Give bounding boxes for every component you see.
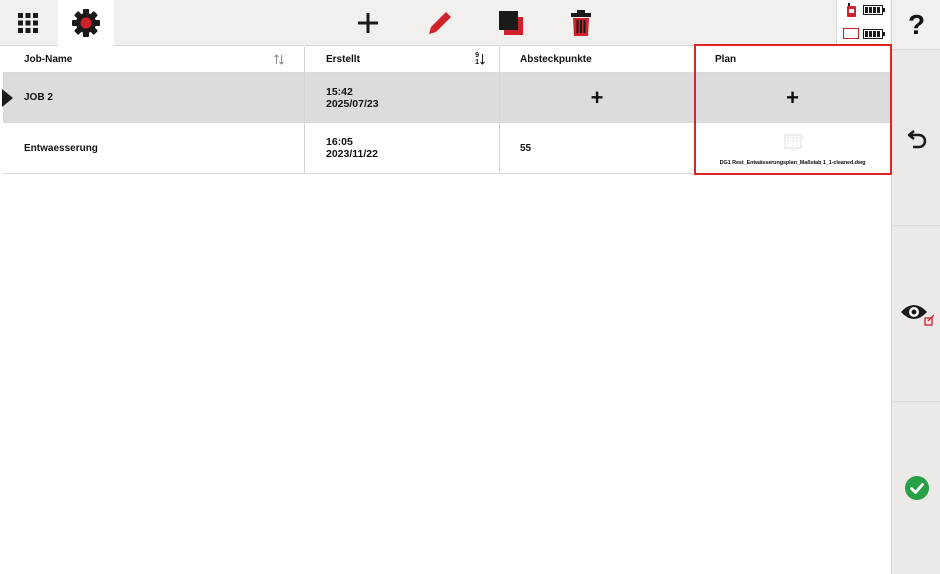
plus-icon [358,13,378,33]
sort-arrow-icon [480,54,485,65]
cell-created: 15:42 2025/07/23 [305,73,500,122]
edit-job-button[interactable] [417,0,463,46]
undo-icon [907,129,926,148]
header-label: Erstellt [326,54,360,65]
delete-job-button[interactable] [558,0,604,46]
confirm-button[interactable] [892,402,940,574]
created-time: 16:05 [326,136,353,148]
table-header-row: Job-Name Erstellt 9 1 Absteckpunkte Plan [3,47,890,73]
header-job-name[interactable]: Job-Name [3,47,305,72]
add-plan-button[interactable]: + [695,73,890,122]
job-name: JOB 2 [24,92,53,103]
created-time: 15:42 [326,85,353,98]
job-name: Entwaesserung [24,142,98,154]
eye-icon [900,304,934,326]
top-toolbar [0,0,891,46]
header-stakeout-points[interactable]: Absteckpunkte [500,47,695,72]
right-sidebar: ? [891,0,940,574]
apps-menu-button[interactable] [0,0,56,46]
header-label: Absteckpunkte [520,54,592,65]
cell-job-name: Entwaesserung [3,123,305,173]
plus-icon: + [786,84,799,110]
sort-numeric-icon[interactable]: 9 1 [475,52,479,66]
sort-icon[interactable] [274,54,284,65]
plan-thumbnail-icon [781,134,804,151]
check-icon [904,476,929,500]
back-button[interactable] [892,50,940,226]
header-created[interactable]: Erstellt 9 1 [305,47,500,72]
plan-attachment[interactable]: DG1 Rest_Entwässerungsplan_Maßstab 1_1-c… [695,123,890,173]
plus-icon: + [590,84,604,110]
header-label: Job-Name [24,54,73,65]
add-job-button[interactable] [345,0,391,46]
table-row[interactable]: JOB 2 15:42 2025/07/23 + + [2,73,890,123]
pencil-icon [429,12,451,34]
help-icon: ? [907,8,926,40]
trash-icon [571,10,591,36]
copy-icon [499,11,523,35]
settings-button[interactable] [58,0,114,46]
cell-created: 16:05 2023/11/22 [305,123,500,173]
view-button[interactable] [892,226,940,402]
battery-icon [863,5,885,15]
device-icon [847,3,856,17]
created-date: 2025/07/23 [326,97,379,110]
apps-grid-icon [18,13,38,33]
cell-stakeout-count: 55 [500,123,695,173]
device-status-panel[interactable] [836,0,890,46]
add-stakeout-button[interactable]: + [500,73,695,122]
table-row[interactable]: Entwaesserung 16:05 2023/11/22 55 DG1 Re… [3,123,890,174]
created-date: 2023/11/22 [326,148,378,160]
settings-gear-icon [72,9,100,37]
plan-filename: DG1 Rest_Entwässerungsplan_Maßstab 1_1-c… [719,160,866,166]
controller-icon [843,28,859,39]
header-label: Plan [715,54,737,65]
stakeout-count: 55 [520,142,532,154]
app-window: ? Job-Name Erstellt 9 1 Absteckpunkte Pl… [0,0,940,574]
job-table: Job-Name Erstellt 9 1 Absteckpunkte Plan… [2,47,890,174]
help-button[interactable]: ? [892,0,940,50]
copy-job-button[interactable] [488,0,534,46]
cell-job-name: JOB 2 [3,73,305,122]
header-plan[interactable]: Plan [695,47,890,72]
sort-digit-top: 9 [475,52,479,59]
sort-digit-bottom: 1 [475,59,479,66]
battery-icon [863,29,885,39]
